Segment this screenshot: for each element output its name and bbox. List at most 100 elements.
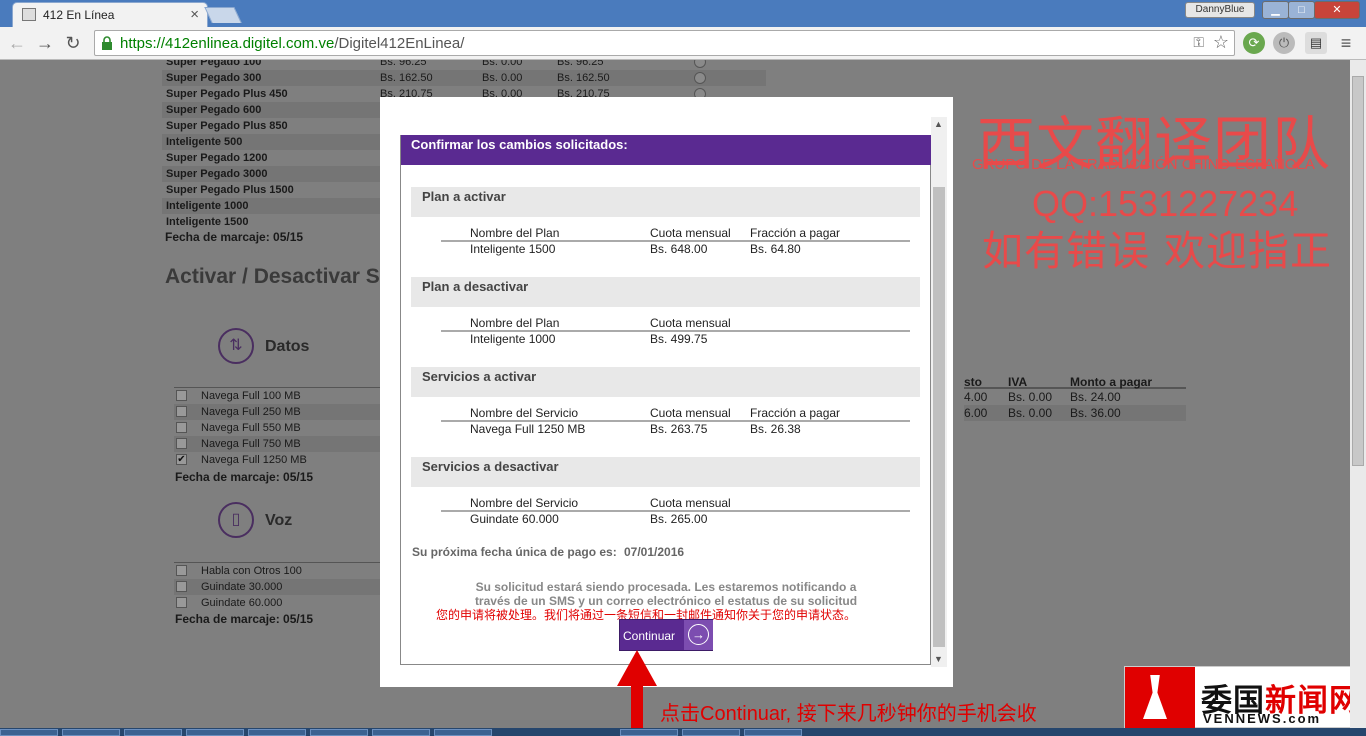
col-costo: sto — [964, 375, 982, 389]
page-scrollbar[interactable] — [1350, 60, 1366, 728]
close-window-button[interactable]: ✕ — [1314, 1, 1360, 19]
tab-close-icon[interactable]: × — [190, 6, 199, 23]
col-nombre: Nombre del Servicio — [470, 496, 579, 510]
logo-text-en: VENNEWS.com — [1203, 711, 1322, 726]
scroll-down-icon[interactable]: ▼ — [934, 654, 943, 664]
browser-menu-icon[interactable]: ≡ — [1336, 33, 1356, 53]
browser-toolbar: ← → ↻ https://412enlinea.digitel.com.ve/… — [0, 27, 1366, 60]
cell-nombre: Inteligente 1000 — [470, 332, 556, 346]
watermark-team-es: GRUPO DE LA TRADUCCIÓN CHINO-ESPAÑOLA — [972, 156, 1315, 173]
plan-fee: Bs. 162.50 — [380, 72, 433, 84]
next-payment-label: Su próxima fecha única de pago es: — [412, 545, 617, 559]
col-nombre: Nombre del Plan — [470, 316, 560, 330]
service-checkbox[interactable]: ✔ — [176, 454, 187, 465]
extension-refresh-icon[interactable]: ⟳ — [1243, 32, 1265, 54]
datos-service-list: Navega Full 100 MB Navega Full 250 MB Na… — [174, 387, 380, 468]
list-item: Navega Full 750 MB — [174, 436, 380, 452]
bookmark-star-icon[interactable]: ☆ — [1213, 32, 1229, 53]
continue-button[interactable]: Continuar → — [619, 619, 713, 651]
page-favicon-icon — [22, 8, 36, 21]
dialog-scroll-thumb[interactable] — [933, 187, 945, 647]
plan-radio[interactable] — [694, 72, 706, 84]
arrow-right-circle-icon: → — [688, 624, 709, 645]
url-path: /Digitel412EnLinea/ — [334, 35, 465, 52]
service-checkbox[interactable] — [176, 581, 187, 592]
voz-heading: Voz — [265, 512, 293, 529]
table-row: Inteligente 1000 Bs. 499.75 — [441, 332, 910, 348]
plan-total: Bs. 96.25 — [557, 60, 604, 68]
start-button[interactable] — [0, 729, 58, 736]
list-item: Habla con Otros 100 — [174, 563, 380, 579]
service-checkbox[interactable] — [176, 406, 187, 417]
dialog-body: Confirmar los cambios solicitados: Plan … — [400, 135, 931, 665]
service-checkbox[interactable] — [176, 597, 187, 608]
next-payment-line: Su próxima fecha única de pago es: 07/01… — [412, 545, 684, 559]
scroll-up-icon[interactable]: ▲ — [934, 119, 943, 129]
cell-costo: 4.00 — [964, 390, 988, 404]
minimize-button[interactable]: ▁ — [1262, 1, 1289, 19]
service-label: Guindate 30.000 — [201, 581, 283, 593]
plan-name: Super Pegado Plus 1500 — [166, 184, 294, 196]
watermark-errors-note: 如有错误 欢迎指正 — [982, 227, 1333, 275]
plan-radio[interactable] — [694, 60, 706, 68]
processing-notice: Su solicitud estará siendo procesada. Le… — [474, 580, 858, 608]
extension-power-icon[interactable]: ⏻ — [1273, 32, 1295, 54]
venezuela-map-icon — [1125, 667, 1195, 729]
continue-arrow-wrap: → — [684, 620, 713, 650]
section-heading-text: Plan a activar — [422, 189, 506, 204]
service-checkbox[interactable] — [176, 565, 187, 576]
table-row: Guindate 60.000 Bs. 265.00 — [441, 512, 910, 528]
page-scroll-thumb[interactable] — [1352, 76, 1364, 466]
table-header: Nombre del Servicio Cuota mensual — [441, 496, 910, 512]
forward-arrow-icon[interactable]: → — [34, 32, 56, 54]
cell-fraccion: Bs. 64.80 — [750, 242, 801, 256]
taskbar-item[interactable] — [186, 729, 244, 736]
taskbar-item[interactable] — [620, 729, 678, 736]
dialog-scrollbar[interactable]: ▲ ▼ — [931, 117, 947, 667]
col-cuota: Cuota mensual — [650, 316, 731, 330]
table-row: 4.00 Bs. 0.00 Bs. 24.00 — [964, 389, 1186, 405]
list-item: Guindate 30.000 — [174, 579, 380, 595]
tab-title: 412 En Línea — [43, 8, 115, 22]
service-checkbox[interactable] — [176, 390, 187, 401]
taskbar-item[interactable] — [434, 729, 492, 736]
taskbar-item[interactable] — [248, 729, 306, 736]
list-item: Navega Full 550 MB — [174, 420, 380, 436]
cell-cuota: Bs. 265.00 — [650, 512, 708, 526]
dialog-header: Confirmar los cambios solicitados: — [401, 135, 931, 165]
cell-cuota: Bs. 648.00 — [650, 242, 708, 256]
browser-tab[interactable]: 412 En Línea × — [12, 2, 208, 27]
back-arrow-icon[interactable]: ← — [6, 32, 28, 54]
list-item: ✔ Navega Full 1250 MB — [174, 452, 380, 468]
url-host: https://412enlinea.digitel.com.ve — [120, 35, 335, 52]
service-checkbox[interactable] — [176, 422, 187, 433]
service-checkbox[interactable] — [176, 438, 187, 449]
cell-monto: Bs. 36.00 — [1070, 406, 1121, 420]
profile-badge[interactable]: DannyBlue — [1185, 2, 1255, 18]
new-tab-button[interactable] — [204, 7, 242, 23]
taskbar-item[interactable] — [62, 729, 120, 736]
taskbar-item[interactable] — [682, 729, 740, 736]
address-bar[interactable]: https://412enlinea.digitel.com.ve/Digite… — [94, 30, 1235, 56]
list-item: Navega Full 100 MB — [174, 388, 380, 404]
dialog-title: Confirmar los cambios solicitados: — [411, 137, 628, 152]
taskbar-item[interactable] — [124, 729, 182, 736]
reload-icon[interactable]: ↻ — [62, 32, 84, 54]
taskbar-item[interactable] — [310, 729, 368, 736]
taskbar-item[interactable] — [372, 729, 430, 736]
plan-name: Super Pegado 300 — [166, 72, 262, 84]
taskbar-item[interactable] — [744, 729, 802, 736]
cell-monto: Bs. 24.00 — [1070, 390, 1121, 404]
table-header: Nombre del Plan Cuota mensual — [441, 316, 910, 332]
table-row: 6.00 Bs. 0.00 Bs. 36.00 — [964, 405, 1186, 421]
maximize-button[interactable]: □ — [1288, 1, 1315, 19]
plan-name: Super Pegado 600 — [166, 104, 262, 116]
plan-fee: Bs. 96.25 — [380, 60, 427, 68]
service-label: Habla con Otros 100 — [201, 565, 302, 577]
plan-activar-table: Nombre del Plan Cuota mensual Fracción a p… — [441, 226, 910, 258]
key-icon[interactable]: ⚿ — [1193, 34, 1204, 51]
servicios-activar-heading: Servicios a activar — [411, 367, 920, 397]
extension-document-icon[interactable]: ▤ — [1305, 32, 1327, 54]
service-label: Navega Full 1250 MB — [201, 454, 307, 466]
plan-iva: Bs. 0.00 — [482, 72, 523, 84]
